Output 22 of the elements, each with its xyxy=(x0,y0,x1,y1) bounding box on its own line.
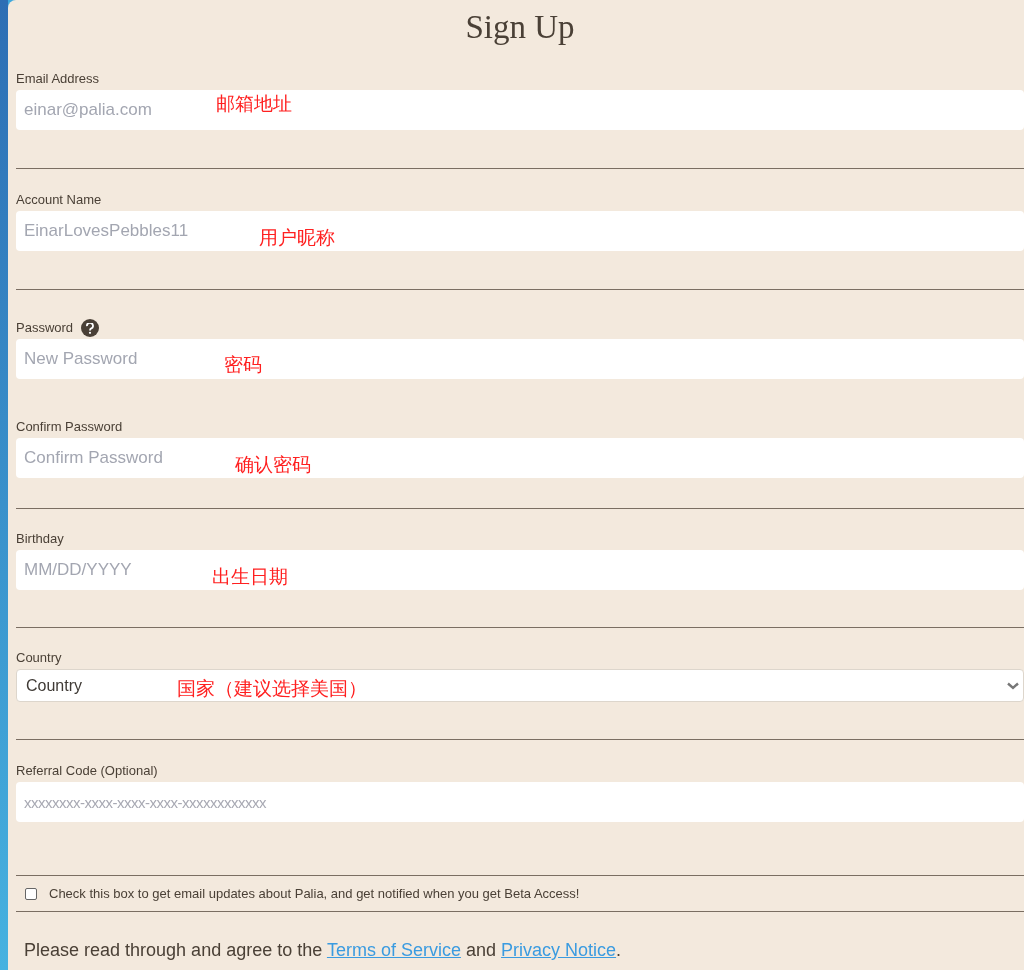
field-label: Country xyxy=(16,649,62,668)
annotation-text: 国家（建议选择美国） xyxy=(177,676,367,701)
annotation-text: 密码 xyxy=(224,352,262,377)
help-icon[interactable] xyxy=(81,319,100,337)
newsletter-label: Check this box to get email updates about Palia, and get notified when you get Beta Access! xyxy=(49,884,580,903)
annotation-text: 确认密码 xyxy=(235,452,311,477)
field-label: Birthday xyxy=(16,530,64,549)
field-label: Referral Code (Optional) xyxy=(16,762,158,781)
annotation-text: 邮箱地址 xyxy=(216,91,292,116)
page-title: Sign Up xyxy=(465,8,575,48)
annotation-text: 出生日期 xyxy=(212,564,288,589)
field-label: Confirm Password xyxy=(16,418,123,437)
chevron-down-icon xyxy=(1007,681,1019,690)
field-label: Account Name xyxy=(16,191,102,210)
agreement-text: Please read through and agree to the Terms of Service and Privacy Notice. xyxy=(24,939,623,962)
newsletter-checkbox[interactable] xyxy=(25,887,37,900)
privacy-link[interactable]: Privacy Notice xyxy=(501,940,617,960)
field-label: Password xyxy=(16,319,74,338)
terms-link[interactable]: Terms of Service xyxy=(326,940,461,960)
field-label: Email Address xyxy=(16,70,100,89)
annotation-text: 用户昵称 xyxy=(259,225,335,250)
input-field[interactable]: xxxxxxxx-xxxx-xxxx-xxxx-xxxxxxxxxxxx xyxy=(16,782,1024,822)
